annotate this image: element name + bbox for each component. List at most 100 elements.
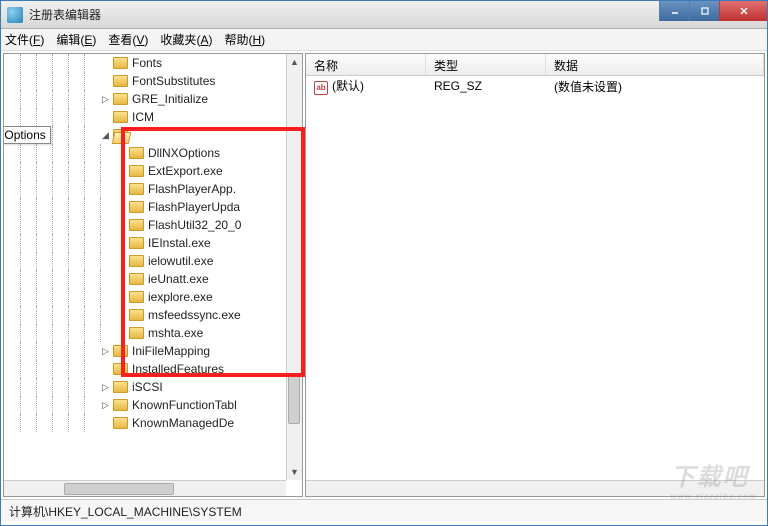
maximize-button[interactable]: [689, 1, 719, 21]
tree-item-label: iexplore.exe: [148, 290, 213, 304]
no-expander: [100, 364, 111, 375]
tree-item[interactable]: FlashPlayerApp.: [3, 180, 284, 198]
menu-edit[interactable]: 编辑(E): [56, 31, 96, 48]
menu-bar: 文件(F) 编辑(E) 查看(V) 收藏夹(A) 帮助(H): [1, 29, 767, 51]
scroll-up-icon[interactable]: ▲: [287, 54, 302, 70]
no-expander: [116, 148, 127, 159]
tree-item[interactable]: InstalledFeatures: [3, 360, 284, 378]
tree-item[interactable]: ◢ Image File Execution Options: [3, 126, 284, 144]
scroll-thumb-horizontal[interactable]: [64, 483, 174, 495]
no-expander: [116, 238, 127, 249]
expand-icon[interactable]: ▷: [100, 94, 111, 105]
folder-icon: [113, 381, 128, 393]
tree-scrollbar-vertical[interactable]: ▲ ▼: [286, 54, 302, 480]
folder-icon: [113, 93, 128, 105]
value-data: (数值未设置): [546, 76, 764, 97]
menu-view[interactable]: 查看(V): [108, 31, 148, 48]
folder-icon: [129, 201, 144, 213]
tree-item[interactable]: ExtExport.exe: [3, 162, 284, 180]
no-expander: [116, 328, 127, 339]
tree-item-label: IniFileMapping: [132, 344, 210, 358]
folder-icon: [129, 165, 144, 177]
tree-item[interactable]: Fonts: [3, 54, 284, 72]
folder-icon: [129, 309, 144, 321]
tree-item[interactable]: FlashPlayerUpda: [3, 198, 284, 216]
tree-item-tooltip: Image File Execution Options: [3, 126, 51, 144]
folder-icon: [129, 255, 144, 267]
tree-item-label: DllNXOptions: [148, 146, 220, 160]
string-value-icon: ab: [314, 81, 328, 95]
tree-item[interactable]: ▷ KnownFunctionTabl: [3, 396, 284, 414]
expand-icon[interactable]: ▷: [100, 382, 111, 393]
no-expander: [116, 220, 127, 231]
tree-item-label: iSCSI: [132, 380, 163, 394]
collapse-icon[interactable]: ◢: [100, 130, 111, 141]
tree-item-label: msfeedssync.exe: [148, 308, 241, 322]
status-bar: 计算机\HKEY_LOCAL_MACHINE\SYSTEM: [1, 499, 767, 521]
value-type: REG_SZ: [426, 77, 546, 95]
column-data[interactable]: 数据: [546, 54, 764, 75]
folder-icon: [113, 111, 128, 123]
folder-icon: [129, 273, 144, 285]
list-header: 名称 类型 数据: [306, 54, 764, 76]
tree-item[interactable]: DllNXOptions: [3, 144, 284, 162]
tree-item[interactable]: mshta.exe: [3, 324, 284, 342]
folder-icon: [113, 417, 128, 429]
title-bar: 注册表编辑器: [1, 1, 767, 29]
no-expander: [116, 184, 127, 195]
tree-item-label: KnownFunctionTabl: [132, 398, 237, 412]
tree-item-label: ieUnatt.exe: [148, 272, 209, 286]
minimize-button[interactable]: [659, 1, 689, 21]
main-area: Fonts FontSubstitutes ▷GRE_InitializeICM ◢ I…: [1, 51, 767, 499]
no-expander: [116, 202, 127, 213]
list-scrollbar-horizontal[interactable]: [306, 480, 764, 496]
folder-icon: [113, 363, 128, 375]
expand-icon[interactable]: ▷: [100, 400, 111, 411]
no-expander: [116, 256, 127, 267]
tree-scrollbar-horizontal[interactable]: [4, 480, 286, 496]
tree-item-label: KnownManagedDe: [132, 416, 234, 430]
tree-item[interactable]: KnownManagedDe: [3, 414, 284, 432]
no-expander: [116, 166, 127, 177]
tree-item[interactable]: ielowutil.exe: [3, 252, 284, 270]
tree-item[interactable]: ieUnatt.exe: [3, 270, 284, 288]
column-type[interactable]: 类型: [426, 54, 546, 75]
tree-item[interactable]: FlashUtil32_20_0: [3, 216, 284, 234]
no-expander: [100, 418, 111, 429]
tree-item[interactable]: IEInstal.exe: [3, 234, 284, 252]
close-button[interactable]: [719, 1, 767, 21]
tree-item[interactable]: msfeedssync.exe: [3, 306, 284, 324]
tree-item[interactable]: iexplore.exe: [3, 288, 284, 306]
folder-icon: [129, 237, 144, 249]
menu-file[interactable]: 文件(F): [5, 31, 44, 48]
folder-icon: [129, 219, 144, 231]
no-expander: [116, 310, 127, 321]
expand-icon[interactable]: ▷: [100, 346, 111, 357]
folder-icon: [129, 183, 144, 195]
tree-item-label: FlashPlayerApp.: [148, 182, 236, 196]
tree-pane: Fonts FontSubstitutes ▷GRE_InitializeICM ◢ I…: [3, 53, 303, 497]
window-title: 注册表编辑器: [29, 6, 101, 23]
tree-item[interactable]: FontSubstitutes: [3, 72, 284, 90]
column-name[interactable]: 名称: [306, 54, 426, 75]
tree-item-label: IEInstal.exe: [148, 236, 211, 250]
tree-item-label: FlashUtil32_20_0: [148, 218, 241, 232]
folder-icon: [113, 57, 128, 69]
folder-icon: [129, 327, 144, 339]
list-row[interactable]: ab (默认) REG_SZ(数值未设置): [306, 76, 764, 96]
scroll-down-icon[interactable]: ▼: [287, 464, 302, 480]
folder-icon: [129, 147, 144, 159]
menu-help[interactable]: 帮助(H): [224, 31, 265, 48]
tree-item-label: ielowutil.exe: [148, 254, 213, 268]
tree-item[interactable]: ▷ IniFileMapping: [3, 342, 284, 360]
value-name: (默认): [332, 79, 364, 93]
regedit-icon: [7, 7, 23, 23]
tree-item[interactable]: ▷GRE_Initialize: [3, 90, 284, 108]
folder-icon: [113, 129, 128, 141]
no-expander: [116, 292, 127, 303]
tree-item[interactable]: ▷ iSCSI: [3, 378, 284, 396]
tree-item-label: FontSubstitutes: [132, 74, 215, 88]
menu-favorites[interactable]: 收藏夹(A): [160, 31, 212, 48]
scroll-thumb-vertical[interactable]: [288, 374, 300, 424]
tree-item[interactable]: ICM: [3, 108, 284, 126]
